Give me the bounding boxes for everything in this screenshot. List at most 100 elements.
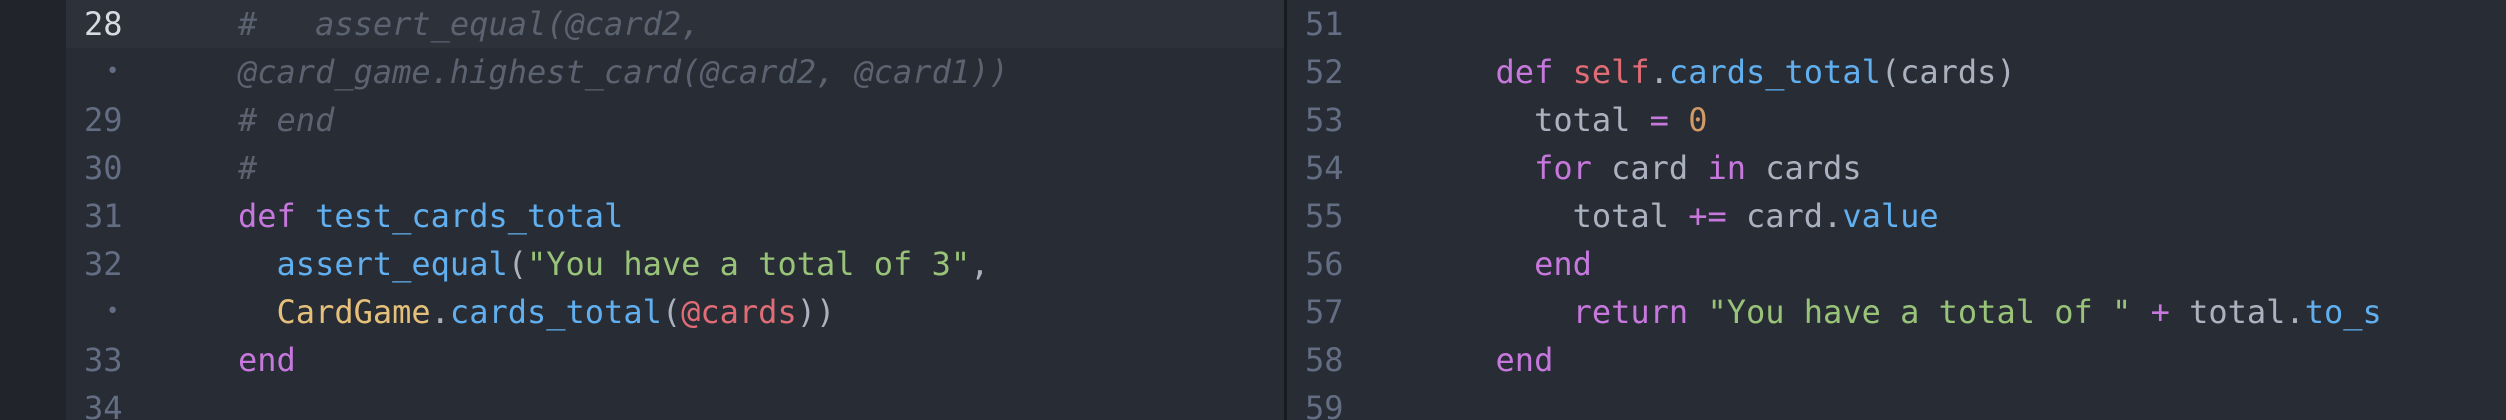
line-number: 55: [1305, 197, 1344, 235]
code-text[interactable]: return "You have a total of " + total.to…: [1457, 288, 2382, 336]
line-number: 51: [1305, 5, 1344, 43]
code-text[interactable]: # assert_equal(@card2,: [238, 0, 700, 48]
code-token: for: [1534, 149, 1592, 187]
code-line[interactable]: 56 end: [1287, 240, 2506, 288]
code-token: in: [1707, 149, 1746, 187]
code-token: ,: [970, 245, 990, 283]
code-token: "You have a total of ": [1707, 293, 2132, 331]
code-token: #: [238, 149, 258, 187]
code-text[interactable]: end: [238, 336, 296, 384]
code-token: assert_equal: [276, 245, 508, 283]
code-token: end: [1495, 341, 1554, 379]
code-token: cards: [1745, 149, 1862, 187]
code-token: def: [1495, 53, 1554, 91]
line-number: 56: [1305, 245, 1344, 283]
wrap-indicator: •: [106, 59, 120, 84]
code-text[interactable]: for card in cards: [1457, 144, 1862, 192]
code-line[interactable]: 29 # end: [66, 96, 1284, 144]
code-line[interactable]: 33 end: [66, 336, 1284, 384]
code-line[interactable]: 52 def self.cards_total(cards): [1287, 48, 2506, 96]
code-editor: 28 # assert_equal(@card2, • @card_game.high…: [0, 0, 2506, 420]
code-line[interactable]: • CardGame.cards_total(@cards)): [66, 288, 1284, 336]
code-token: total: [1457, 197, 1689, 235]
code-line[interactable]: • @card_game.highest_card(@card2, @card1)…: [66, 48, 1284, 96]
code-token: .: [1649, 53, 1669, 91]
code-text[interactable]: end: [1457, 336, 1554, 384]
line-number: 54: [1305, 149, 1344, 187]
code-token: total.: [2169, 293, 2305, 331]
code-text[interactable]: def self.cards_total(cards): [1457, 48, 2016, 96]
code-token: # assert_equal(@card2,: [238, 5, 701, 43]
code-token: @cards: [681, 293, 797, 331]
code-token: @card_game.highest_card(@card2, @card1)): [238, 53, 1009, 91]
code-token: 0: [1688, 101, 1708, 139]
code-token: .: [430, 293, 450, 331]
line-number: 33: [84, 341, 123, 379]
code-line[interactable]: 28 # assert_equal(@card2,: [66, 0, 1284, 48]
code-token: card: [1591, 149, 1708, 187]
line-number: 57: [1305, 293, 1344, 331]
code-line[interactable]: 53 total = 0: [1287, 96, 2506, 144]
code-token: return: [1572, 293, 1689, 331]
code-token: # end: [238, 101, 335, 139]
line-number: 31: [84, 197, 123, 235]
code-token: end: [238, 341, 296, 379]
code-token: card.: [1726, 197, 1843, 235]
code-token: value: [1842, 197, 1939, 235]
code-token: (cards): [1880, 53, 2016, 91]
code-token: to_s: [2304, 293, 2382, 331]
code-line[interactable]: 30 #: [66, 144, 1284, 192]
code-line[interactable]: 34: [66, 384, 1284, 420]
line-number: 30: [84, 149, 123, 187]
code-token: )): [796, 293, 836, 331]
line-number: 52: [1305, 53, 1344, 91]
code-text[interactable]: CardGame.cards_total(@cards)): [238, 288, 836, 336]
line-number: 28: [84, 5, 123, 43]
wrap-indicator: •: [106, 299, 120, 324]
code-token: cards_total: [449, 293, 662, 331]
code-line[interactable]: 54 for card in cards: [1287, 144, 2506, 192]
code-text[interactable]: def test_cards_total: [238, 192, 623, 240]
line-number: 29: [84, 101, 123, 139]
code-line[interactable]: 51: [1287, 0, 2506, 48]
code-text[interactable]: total = 0: [1457, 96, 1707, 144]
editor-pane-left[interactable]: 28 # assert_equal(@card2, • @card_game.high…: [66, 0, 1284, 420]
tree-view-edge: [0, 0, 66, 420]
code-line[interactable]: 31 def test_cards_total: [66, 192, 1284, 240]
code-token: cards_total: [1668, 53, 1881, 91]
code-token: self: [1572, 53, 1650, 91]
code-token: =: [1649, 101, 1669, 139]
code-line[interactable]: 55 total += card.value: [1287, 192, 2506, 240]
code-text[interactable]: end: [1457, 240, 1592, 288]
code-token: CardGame: [276, 293, 431, 331]
code-line[interactable]: 32 assert_equal("You have a total of 3",: [66, 240, 1284, 288]
code-line[interactable]: 57 return "You have a total of " + total…: [1287, 288, 2506, 336]
editor-pane-right[interactable]: 51 52 def self.cards_total(cards) 53 total…: [1287, 0, 2506, 420]
line-number: 32: [84, 245, 123, 283]
line-number: 58: [1305, 341, 1344, 379]
code-token: (: [507, 245, 527, 283]
code-text[interactable]: total += card.value: [1457, 192, 1939, 240]
code-text[interactable]: # end: [238, 96, 334, 144]
code-token: def: [238, 197, 296, 235]
code-token: (: [661, 293, 682, 331]
code-text[interactable]: assert_equal("You have a total of 3",: [238, 240, 990, 288]
code-token: "You have a total of 3": [526, 245, 971, 283]
code-token: +: [2150, 293, 2170, 331]
code-token: end: [1534, 245, 1592, 283]
code-text[interactable]: @card_game.highest_card(@card2, @card1)): [238, 48, 1009, 96]
code-text[interactable]: #: [238, 144, 257, 192]
code-line[interactable]: 58 end: [1287, 336, 2506, 384]
code-line[interactable]: 59: [1287, 384, 2506, 420]
